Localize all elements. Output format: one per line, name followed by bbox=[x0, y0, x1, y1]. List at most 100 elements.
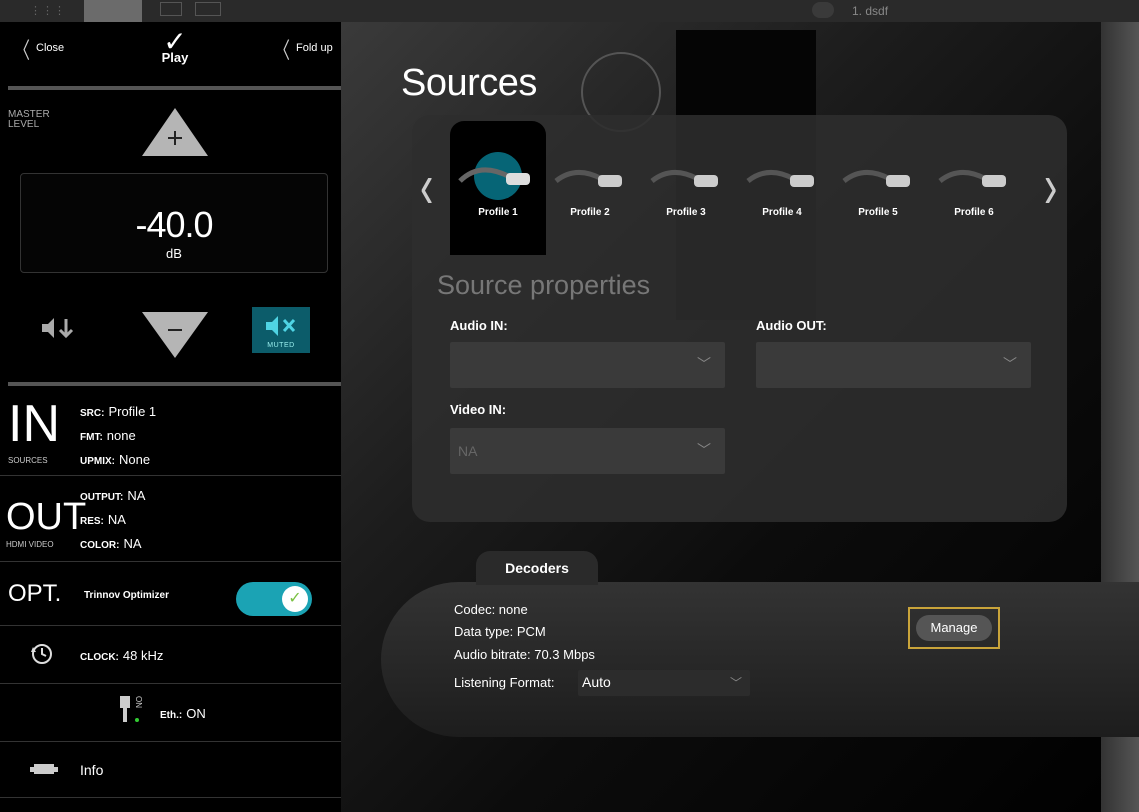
chevron-left-icon: 〈 bbox=[14, 39, 31, 64]
profile-label: Profile 3 bbox=[666, 207, 706, 218]
page-title: Sources bbox=[401, 62, 537, 104]
listening-format-select[interactable]: Auto ﹀ bbox=[578, 670, 750, 696]
profile-tab-2[interactable]: Profile 2 bbox=[542, 151, 638, 218]
xlr-cable-icon bbox=[734, 151, 830, 201]
eth-status-small: ON bbox=[134, 696, 143, 708]
output-info-row[interactable]: OUT HDMI VIDEO OUTPUT: NA RES: NA COLOR: NA bbox=[0, 476, 341, 562]
ethernet-row: ON Eth.: ON bbox=[0, 684, 341, 742]
src-field: SRC: Profile 1 bbox=[80, 404, 157, 419]
output-field: OUTPUT: NA bbox=[80, 488, 146, 503]
codec-text: Codec: none bbox=[454, 602, 528, 617]
profile-label: Profile 2 bbox=[570, 207, 610, 218]
info-row[interactable]: Info bbox=[0, 742, 341, 798]
volume-up-button[interactable] bbox=[142, 108, 208, 158]
eth-status-dot bbox=[135, 718, 139, 722]
check-icon: ✓ bbox=[282, 586, 308, 612]
tab-icon-2[interactable] bbox=[160, 2, 182, 16]
level-value: -40.0 bbox=[135, 204, 213, 245]
master-level-display: -40.0 dB bbox=[20, 173, 328, 273]
out-big-label: OUT bbox=[6, 496, 87, 538]
fold-up-label: Fold up bbox=[296, 41, 333, 54]
sidebar: 〈 Close ✓ Play 〈 Fold up MASTER LEVEL -40.… bbox=[0, 22, 341, 812]
profile-tab-1[interactable]: Profile 1 bbox=[450, 151, 546, 218]
profile-label: Profile 4 bbox=[762, 207, 802, 218]
video-in-value: NA bbox=[458, 443, 478, 459]
main-area: Sources ‹ › Profile 1 Profile 2 Profile … bbox=[341, 22, 1139, 812]
input-info-row[interactable]: IN SOURCES SRC: Profile 1 FMT: none UPMIX:… bbox=[0, 388, 341, 476]
divider bbox=[8, 382, 341, 386]
decoders-tab[interactable]: Decoders bbox=[476, 551, 598, 585]
divider bbox=[8, 86, 341, 90]
out-caption: HDMI VIDEO bbox=[6, 540, 54, 549]
manage-highlight: Manage bbox=[908, 607, 1000, 649]
xlr-cable-icon bbox=[638, 151, 734, 201]
fold-up-button[interactable]: 〈 Fold up bbox=[274, 36, 333, 64]
eth-field: Eth.: ON bbox=[160, 706, 206, 721]
opt-big-label: OPT. bbox=[8, 580, 62, 607]
triangle-down-icon bbox=[142, 312, 208, 358]
optimizer-toggle[interactable]: ✓ bbox=[236, 582, 312, 616]
profile-tab-6[interactable]: Profile 6 bbox=[926, 151, 1022, 218]
in-big-label: IN bbox=[8, 395, 60, 453]
fmt-field: FMT: none bbox=[80, 428, 136, 443]
chevron-down-icon: ﹀ bbox=[697, 442, 711, 458]
decoders-tab-label: Decoders bbox=[505, 560, 569, 576]
xlr-cable-icon bbox=[830, 151, 926, 201]
clock-row: CLOCK: 48 kHz bbox=[0, 626, 341, 684]
close-button[interactable]: 〈 Close bbox=[14, 36, 65, 64]
listening-format-value: Auto bbox=[582, 674, 611, 690]
chat-icon[interactable] bbox=[812, 2, 834, 18]
projector-icon bbox=[30, 764, 58, 774]
optimizer-label: Trinnov Optimizer bbox=[84, 590, 170, 601]
prev-arrow-icon[interactable]: ‹ bbox=[420, 152, 433, 224]
data-type-text: Data type: PCM bbox=[454, 624, 546, 639]
dim-volume-button[interactable] bbox=[40, 316, 80, 340]
triangle-up-icon bbox=[142, 108, 208, 156]
top-strip: ⋮⋮⋮ 1. dsdf bbox=[0, 0, 1139, 30]
play-tab[interactable] bbox=[84, 0, 142, 30]
video-in-label: Video IN: bbox=[450, 402, 507, 417]
audio-out-select[interactable]: ﹀ bbox=[756, 342, 1031, 388]
chevron-down-icon: ﹀ bbox=[697, 356, 711, 372]
video-in-select[interactable]: NA ﹀ bbox=[450, 428, 725, 474]
ethernet-plug-icon bbox=[120, 696, 130, 722]
audio-in-label: Audio IN: bbox=[450, 318, 508, 333]
color-field: COLOR: NA bbox=[80, 536, 142, 551]
profile-label: Profile 6 bbox=[954, 207, 994, 218]
close-label: Close bbox=[36, 41, 65, 54]
clock-sync-icon bbox=[31, 644, 52, 664]
level-unit: dB bbox=[166, 246, 182, 261]
profile-label: Profile 5 bbox=[858, 207, 898, 218]
preset-name: 1. dsdf bbox=[852, 4, 889, 18]
mute-label: MUTED bbox=[267, 342, 295, 349]
profile-tab-3[interactable]: Profile 3 bbox=[638, 151, 734, 218]
in-caption: SOURCES bbox=[8, 456, 48, 465]
listening-format-label: Listening Format: bbox=[454, 675, 555, 690]
profile-label: Profile 1 bbox=[478, 207, 518, 218]
speaker-down-icon bbox=[42, 318, 74, 339]
xlr-cable-icon bbox=[450, 151, 546, 201]
grid-icon[interactable]: ⋮⋮⋮ bbox=[30, 4, 66, 17]
clock-field: CLOCK: 48 kHz bbox=[80, 648, 164, 663]
master-level-label: MASTER LEVEL bbox=[8, 110, 50, 130]
sidebar-header: 〈 Close ✓ Play 〈 Fold up bbox=[0, 22, 341, 82]
next-arrow-icon[interactable]: › bbox=[1044, 152, 1057, 224]
tab-icon-3[interactable] bbox=[195, 2, 221, 16]
play-logo: ✓ Play bbox=[150, 28, 200, 72]
mute-button[interactable]: MUTED bbox=[252, 307, 310, 353]
chevron-left-icon: 〈 bbox=[274, 39, 291, 64]
master-label-line2: LEVEL bbox=[8, 119, 40, 130]
profile-tab-4[interactable]: Profile 4 bbox=[734, 151, 830, 218]
audio-out-label: Audio OUT: bbox=[756, 318, 827, 333]
res-field: RES: NA bbox=[80, 512, 126, 527]
chevron-down-icon: ﹀ bbox=[729, 676, 742, 690]
volume-down-button[interactable] bbox=[142, 312, 208, 360]
profile-tab-5[interactable]: Profile 5 bbox=[830, 151, 926, 218]
xlr-cable-icon bbox=[926, 151, 1022, 201]
xlr-cable-icon bbox=[542, 151, 638, 201]
chevron-down-icon: ﹀ bbox=[1003, 356, 1017, 372]
source-properties-title: Source properties bbox=[437, 270, 651, 300]
manage-button[interactable]: Manage bbox=[916, 615, 992, 641]
audio-in-select[interactable]: ﹀ bbox=[450, 342, 725, 388]
speaker-muted-icon bbox=[266, 316, 296, 336]
